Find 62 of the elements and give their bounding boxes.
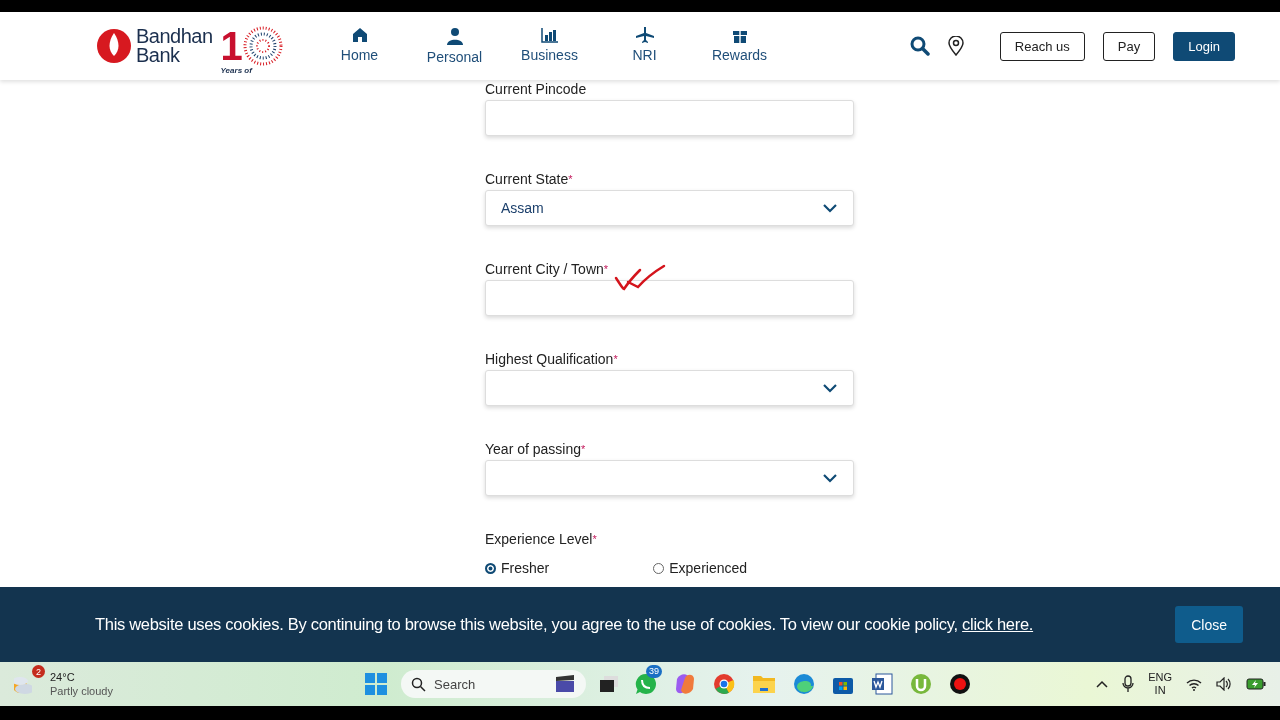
bank-name: Bandhan xyxy=(136,27,213,46)
folder-icon[interactable] xyxy=(752,674,776,694)
speaker-icon[interactable] xyxy=(1216,677,1232,691)
battery-icon[interactable] xyxy=(1246,678,1266,690)
field-label: Experience Level* xyxy=(485,530,597,548)
cookie-notice: This website uses cookies. By continuing to browse this website, you agree to the use of cookies. To view our cookie policy, click here. xyxy=(95,615,1034,634)
search-icon xyxy=(411,676,426,692)
bar-chart-icon xyxy=(540,27,559,43)
chevron-down-icon xyxy=(823,473,837,483)
cookie-policy-link[interactable]: click here. xyxy=(962,615,1034,633)
field-label: Current State* xyxy=(485,170,573,188)
input-field[interactable] xyxy=(485,280,854,316)
field-label: Current Pincode xyxy=(485,80,587,98)
taskbar-search-field[interactable]: Search xyxy=(401,670,586,698)
nav-link[interactable]: Personal xyxy=(407,27,502,65)
anniversary-digit: 1 xyxy=(220,26,243,66)
chevron-up-icon[interactable] xyxy=(1096,680,1109,688)
nav-link[interactable]: Home xyxy=(312,27,407,65)
input-field[interactable] xyxy=(485,100,854,136)
header-button[interactable]: Reach us xyxy=(999,31,1085,61)
nav-link[interactable]: NRI xyxy=(597,27,692,65)
clapperboard-icon xyxy=(554,675,576,693)
colorful-swirl-icon[interactable] xyxy=(674,673,696,695)
search-icon[interactable] xyxy=(909,36,930,56)
close-button[interactable]: Close xyxy=(1175,606,1243,643)
dropdown-field[interactable] xyxy=(485,370,854,406)
notification-badge: 2 xyxy=(32,665,45,678)
nav-link[interactable]: Business xyxy=(502,27,597,65)
field-label: Year of passing* xyxy=(485,440,586,458)
windows-start-icon[interactable] xyxy=(365,673,387,695)
radio-option[interactable]: Fresher xyxy=(485,560,550,576)
notification-badge: 39 xyxy=(646,665,662,678)
browser-icon[interactable] xyxy=(713,673,735,695)
dropdown-field[interactable] xyxy=(485,460,854,496)
nav-link[interactable]: Rewards xyxy=(692,27,787,65)
field-label: Highest Qualification* xyxy=(485,350,618,368)
browser-icon[interactable] xyxy=(793,673,815,695)
temperature: 24°C xyxy=(50,670,76,684)
window-icon[interactable] xyxy=(600,676,618,692)
language-indicator[interactable]: ENG IN xyxy=(1148,671,1172,697)
weather-condition: Partly cloudy xyxy=(50,684,113,698)
header-button[interactable]: Login xyxy=(1173,31,1235,61)
field-label: Current City / Town* xyxy=(485,260,609,278)
document-icon[interactable] xyxy=(871,673,893,695)
header-button[interactable]: Pay xyxy=(1102,31,1156,61)
radio-option[interactable]: Experienced xyxy=(653,560,748,576)
record-icon[interactable] xyxy=(949,673,971,695)
person-icon xyxy=(445,27,464,45)
dotted-circle-icon xyxy=(242,26,283,66)
location-pin-icon[interactable] xyxy=(947,36,964,56)
chevron-down-icon xyxy=(823,203,837,213)
handwritten-tick-drawing xyxy=(614,264,666,292)
chevron-down-icon xyxy=(823,383,837,393)
microphone-icon[interactable] xyxy=(1122,675,1135,693)
airplane-icon xyxy=(635,27,654,43)
anniversary-caption: Years of xyxy=(220,66,252,75)
bank-logo-icon xyxy=(96,28,132,64)
wifi-icon[interactable] xyxy=(1186,677,1202,691)
bank-name: Bank xyxy=(136,46,181,65)
home-icon xyxy=(351,27,368,43)
chat-bubble-icon[interactable] xyxy=(635,673,657,695)
dropdown-field[interactable]: Assam xyxy=(485,190,854,226)
